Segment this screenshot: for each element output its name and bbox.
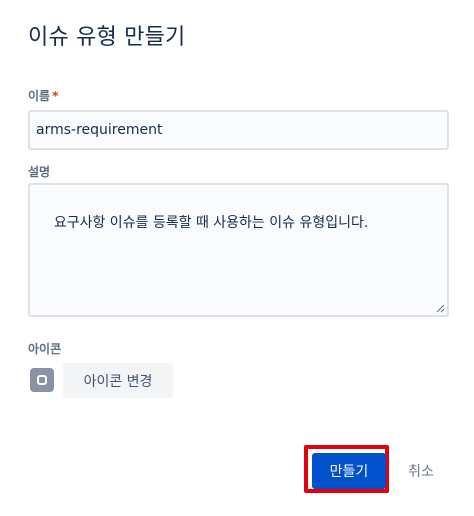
issue-type-icon: [30, 368, 54, 392]
create-issue-type-dialog: 이슈 유형 만들기 이름 * arms-requirement 설명 요구사항 이…: [0, 0, 474, 516]
name-label: 이름 *: [28, 88, 58, 104]
icon-label: 아이콘: [28, 342, 62, 356]
create-button[interactable]: 만들기: [312, 453, 386, 489]
description-value: 요구사항 이슈를 등록할 때 사용하는 이슈 유형입니다.: [53, 215, 369, 231]
cancel-button[interactable]: 취소: [400, 453, 442, 489]
change-icon-button[interactable]: 아이콘 변경: [63, 363, 173, 398]
name-input-value: arms-requirement: [36, 122, 163, 138]
description-textarea[interactable]: 요구사항 이슈를 등록할 때 사용하는 이슈 유형입니다.: [28, 183, 449, 317]
required-mark: *: [52, 89, 59, 103]
square-ring-icon: [37, 375, 47, 385]
name-label-text: 이름: [28, 89, 51, 103]
name-input[interactable]: arms-requirement: [28, 110, 449, 150]
dialog-title: 이슈 유형 만들기: [28, 25, 186, 50]
description-label: 설명: [28, 165, 51, 179]
resize-grip-icon[interactable]: [435, 303, 445, 313]
